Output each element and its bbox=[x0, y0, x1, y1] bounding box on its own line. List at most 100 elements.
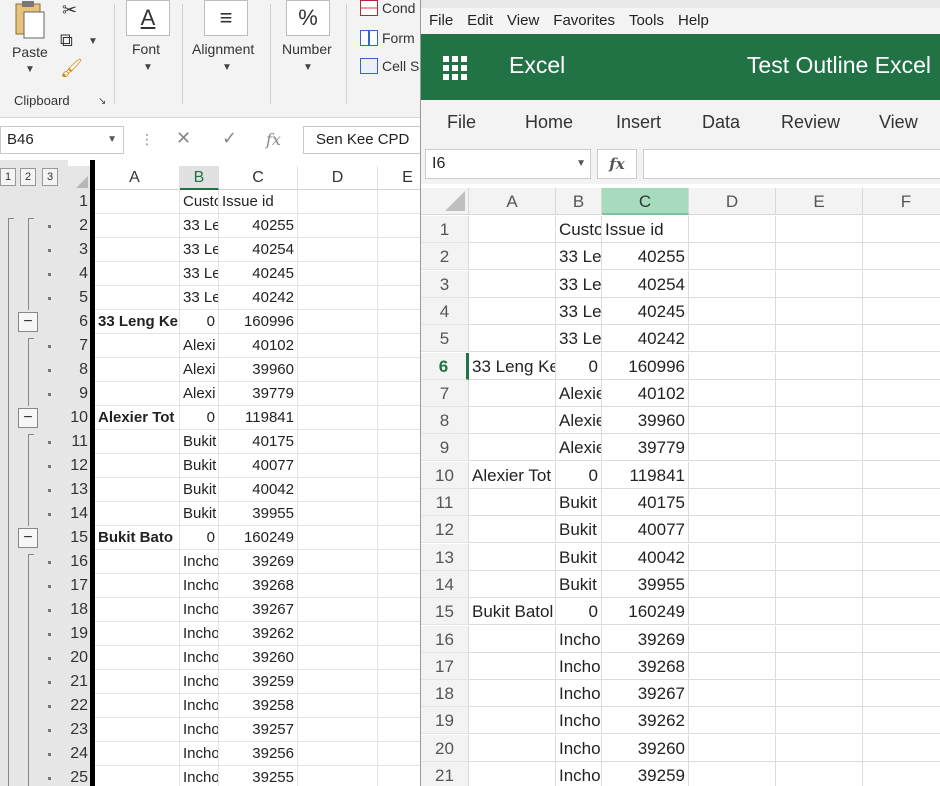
cell-c13[interactable]: 40042 bbox=[219, 478, 298, 502]
cell-a1[interactable] bbox=[95, 190, 180, 214]
row-header[interactable]: 15 bbox=[68, 526, 90, 550]
cell-e15[interactable] bbox=[776, 598, 863, 625]
cell-a23[interactable] bbox=[95, 718, 180, 742]
cell-c20[interactable]: 39260 bbox=[219, 646, 298, 670]
column-header-b[interactable]: B bbox=[180, 166, 219, 190]
row-header[interactable]: 18 bbox=[421, 680, 469, 707]
cell-c4[interactable]: 40245 bbox=[602, 298, 689, 325]
cell-c11[interactable]: 40175 bbox=[602, 489, 689, 516]
cell-e4[interactable] bbox=[378, 262, 420, 286]
row-header[interactable]: 14 bbox=[421, 571, 469, 598]
cell-a24[interactable] bbox=[95, 742, 180, 766]
select-all-corner[interactable] bbox=[68, 166, 90, 190]
cell-c18[interactable]: 39267 bbox=[602, 680, 689, 707]
cell-b25[interactable]: Incho bbox=[180, 766, 219, 786]
cell-a3[interactable] bbox=[95, 238, 180, 262]
cell-c21[interactable]: 39259 bbox=[602, 762, 689, 786]
formula-input[interactable]: Sen Kee CPD bbox=[303, 126, 420, 154]
cell-e15[interactable] bbox=[378, 526, 420, 550]
cell-d23[interactable] bbox=[298, 718, 378, 742]
cell-b5[interactable]: 33 Le bbox=[556, 325, 602, 352]
cell-b22[interactable]: Incho bbox=[180, 694, 219, 718]
format-as-table-button[interactable]: Form bbox=[360, 30, 415, 46]
cell-a9[interactable] bbox=[469, 434, 556, 461]
cell-e19[interactable] bbox=[378, 622, 420, 646]
cell-d25[interactable] bbox=[298, 766, 378, 786]
cell-f18[interactable] bbox=[863, 680, 940, 707]
insert-function-button[interactable]: fx bbox=[597, 149, 637, 179]
cell-c22[interactable]: 39258 bbox=[219, 694, 298, 718]
cell-c13[interactable]: 40042 bbox=[602, 544, 689, 571]
cell-a11[interactable] bbox=[95, 430, 180, 454]
cell-b4[interactable]: 33 Le bbox=[556, 298, 602, 325]
cell-d8[interactable] bbox=[298, 358, 378, 382]
cell-e3[interactable] bbox=[776, 271, 863, 298]
cell-c19[interactable]: 39262 bbox=[219, 622, 298, 646]
cell-d15[interactable] bbox=[298, 526, 378, 550]
cell-d9[interactable] bbox=[689, 434, 776, 461]
tab-review[interactable]: Review bbox=[781, 112, 840, 133]
cell-e13[interactable] bbox=[378, 478, 420, 502]
row-header[interactable]: 5 bbox=[421, 325, 469, 352]
cell-c2[interactable]: 40255 bbox=[219, 214, 298, 238]
row-header[interactable]: 21 bbox=[421, 762, 469, 786]
cell-a15[interactable]: Bukit Bato bbox=[95, 526, 180, 550]
cell-f12[interactable] bbox=[863, 516, 940, 543]
cell-a19[interactable] bbox=[95, 622, 180, 646]
cell-a15[interactable]: Bukit Batol bbox=[469, 598, 556, 625]
cell-e14[interactable] bbox=[378, 502, 420, 526]
row-header[interactable]: 17 bbox=[421, 653, 469, 680]
cell-f16[interactable] bbox=[863, 626, 940, 653]
cell-c12[interactable]: 40077 bbox=[219, 454, 298, 478]
cell-a25[interactable] bbox=[95, 766, 180, 786]
row-header[interactable]: 6 bbox=[68, 310, 90, 334]
row-header[interactable]: 10 bbox=[68, 406, 90, 430]
cell-f10[interactable] bbox=[863, 462, 940, 489]
row-header[interactable]: 19 bbox=[421, 707, 469, 734]
web-name-box[interactable]: I6 ▼ bbox=[425, 149, 591, 179]
row-header[interactable]: 7 bbox=[68, 334, 90, 358]
cell-a12[interactable] bbox=[95, 454, 180, 478]
cell-a18[interactable] bbox=[95, 598, 180, 622]
tab-home[interactable]: Home bbox=[525, 112, 573, 133]
cell-b3[interactable]: 33 Le bbox=[180, 238, 219, 262]
cell-f8[interactable] bbox=[863, 407, 940, 434]
cell-b14[interactable]: Bukit bbox=[556, 571, 602, 598]
outline-level-1-button[interactable]: 1 bbox=[0, 168, 16, 186]
cell-c20[interactable]: 39260 bbox=[602, 735, 689, 762]
cell-a11[interactable] bbox=[469, 489, 556, 516]
more-options-icon[interactable]: ⋮ bbox=[140, 131, 154, 148]
cell-a2[interactable] bbox=[95, 214, 180, 238]
cell-b13[interactable]: Bukit bbox=[556, 544, 602, 571]
column-header-d[interactable]: D bbox=[689, 188, 776, 215]
column-header-a[interactable]: A bbox=[469, 188, 556, 215]
cell-d16[interactable] bbox=[689, 626, 776, 653]
cell-b21[interactable]: Incho bbox=[556, 762, 602, 786]
cell-b20[interactable]: Incho bbox=[556, 735, 602, 762]
cell-a21[interactable] bbox=[469, 762, 556, 786]
row-header[interactable]: 7 bbox=[421, 380, 469, 407]
cell-e3[interactable] bbox=[378, 238, 420, 262]
cell-b12[interactable]: Bukit bbox=[556, 516, 602, 543]
cell-d10[interactable] bbox=[689, 462, 776, 489]
cell-d7[interactable] bbox=[298, 334, 378, 358]
row-header[interactable]: 13 bbox=[421, 544, 469, 571]
cell-c11[interactable]: 40175 bbox=[219, 430, 298, 454]
menu-favorites[interactable]: Favorites bbox=[553, 8, 615, 34]
cell-e17[interactable] bbox=[776, 653, 863, 680]
cell-a9[interactable] bbox=[95, 382, 180, 406]
menu-help[interactable]: Help bbox=[678, 8, 709, 34]
cell-a6[interactable]: 33 Leng Ke bbox=[469, 353, 556, 380]
row-header[interactable]: 20 bbox=[68, 646, 90, 670]
column-header-d[interactable]: D bbox=[298, 166, 378, 190]
cell-b24[interactable]: Incho bbox=[180, 742, 219, 766]
cell-a14[interactable] bbox=[469, 571, 556, 598]
cell-d1[interactable] bbox=[689, 216, 776, 243]
cell-a13[interactable] bbox=[95, 478, 180, 502]
cell-c24[interactable]: 39256 bbox=[219, 742, 298, 766]
cell-b21[interactable]: Incho bbox=[180, 670, 219, 694]
cell-d10[interactable] bbox=[298, 406, 378, 430]
cell-b17[interactable]: Incho bbox=[556, 653, 602, 680]
cell-e25[interactable] bbox=[378, 766, 420, 786]
cell-b8[interactable]: Alexi bbox=[180, 358, 219, 382]
